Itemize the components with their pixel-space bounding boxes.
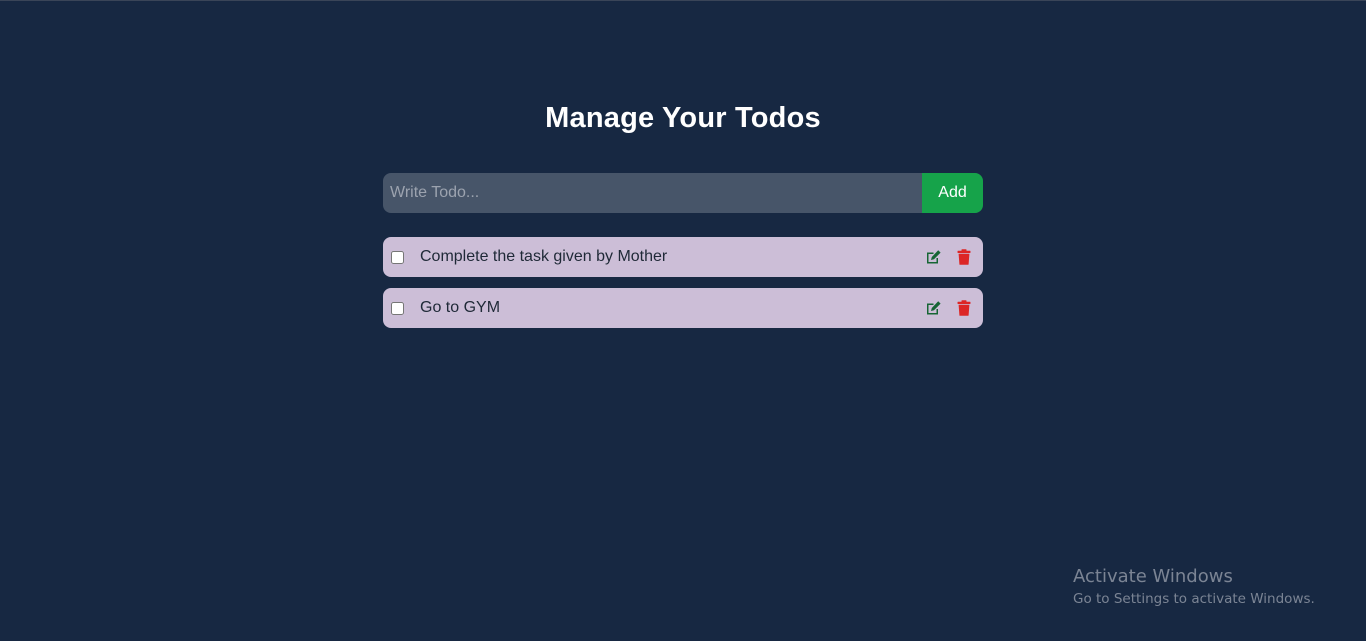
todo-item: Go to GYM [383, 288, 983, 328]
edit-icon[interactable] [922, 297, 944, 319]
page-title: Manage Your Todos [545, 102, 821, 134]
trash-icon[interactable] [953, 297, 975, 319]
todo-text: Complete the task given by Mother [420, 248, 668, 265]
todo-list: Complete the task given by Mother Go to … [383, 237, 983, 339]
todo-form: Add [383, 173, 983, 213]
todo-input[interactable] [383, 173, 922, 213]
windows-activation-watermark: Activate Windows Go to Settings to activ… [1073, 566, 1315, 607]
todo-item: Complete the task given by Mother [383, 237, 983, 277]
watermark-title: Activate Windows [1073, 566, 1233, 587]
todo-text: Go to GYM [420, 299, 501, 316]
trash-icon[interactable] [953, 246, 975, 268]
watermark-subtitle: Go to Settings to activate Windows. [1073, 591, 1315, 607]
todo-checkbox[interactable] [391, 301, 404, 315]
add-button[interactable]: Add [922, 173, 983, 213]
todo-checkbox[interactable] [391, 250, 404, 264]
edit-icon[interactable] [922, 246, 944, 268]
